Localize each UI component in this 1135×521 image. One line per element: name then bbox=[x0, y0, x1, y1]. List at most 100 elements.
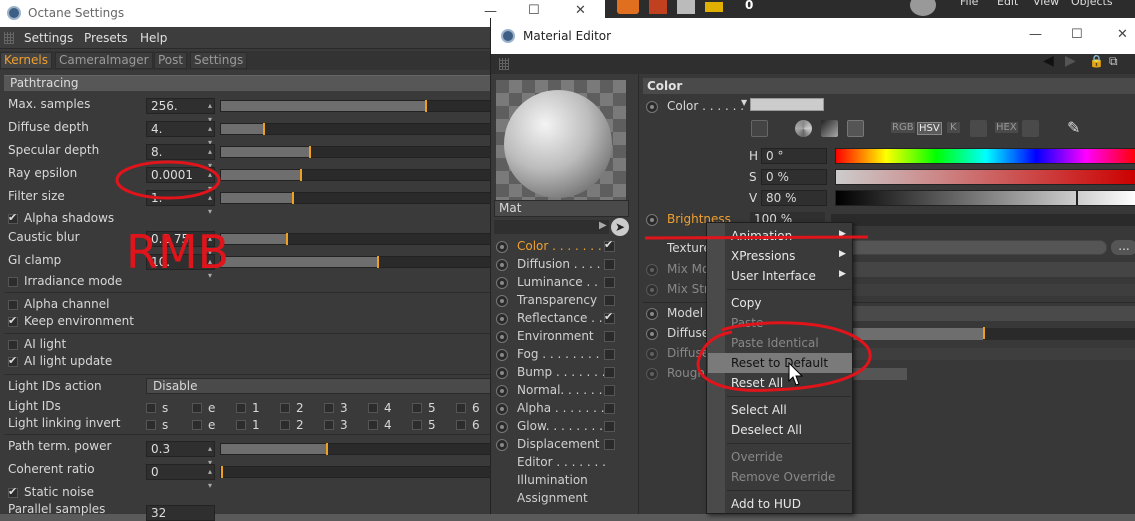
channel-checkbox[interactable] bbox=[604, 277, 615, 288]
material-name-field[interactable]: Mat bbox=[494, 200, 629, 217]
light-linking-checkbox[interactable] bbox=[412, 420, 422, 430]
expand-arrow-icon[interactable]: ▶ bbox=[599, 220, 607, 231]
close-icon[interactable]: ✕ bbox=[575, 3, 586, 18]
image-icon[interactable] bbox=[847, 120, 864, 137]
stepper-icon[interactable]: ▴ ▾ bbox=[208, 465, 212, 493]
light-id-checkbox[interactable] bbox=[236, 403, 246, 413]
channel-anim-radio[interactable] bbox=[496, 349, 508, 361]
forward-arrow-icon[interactable]: ▶ bbox=[1065, 53, 1076, 69]
channel-item[interactable]: Glow. . . . . . . . bbox=[496, 419, 622, 436]
ray-epsilon-slider[interactable] bbox=[220, 169, 505, 181]
channel-checkbox[interactable] bbox=[604, 331, 615, 342]
light-linking-checkbox[interactable] bbox=[280, 420, 290, 430]
channel-checkbox[interactable] bbox=[604, 238, 615, 252]
grip-icon[interactable] bbox=[499, 58, 509, 70]
grip-icon[interactable] bbox=[4, 32, 14, 44]
settings-icon[interactable]: ⧉ bbox=[1109, 54, 1118, 69]
menu-objects[interactable]: Objects bbox=[1071, 0, 1113, 8]
brightness-slider[interactable] bbox=[831, 214, 1135, 226]
diffuse-depth-field[interactable]: 4. ▴ ▾ bbox=[146, 121, 215, 147]
channel-item[interactable]: Transparency bbox=[496, 293, 622, 310]
light-linking-checkbox[interactable] bbox=[456, 420, 466, 430]
channel-checkbox[interactable] bbox=[604, 295, 615, 306]
channel-anim-radio[interactable] bbox=[496, 403, 508, 415]
tab-kernels[interactable]: Kernels bbox=[0, 52, 52, 69]
close-icon[interactable]: ✕ bbox=[1117, 27, 1128, 42]
minimize-icon[interactable]: — bbox=[1029, 27, 1042, 42]
channel-anim-radio[interactable] bbox=[496, 259, 508, 271]
tab-post[interactable]: Post bbox=[154, 52, 188, 69]
section-pathtracing[interactable]: Pathtracing bbox=[4, 75, 500, 91]
tool-icon[interactable] bbox=[705, 2, 723, 12]
channel-anim-radio[interactable] bbox=[496, 439, 508, 451]
value-slider-handle[interactable] bbox=[1076, 190, 1078, 206]
channel-anim-radio[interactable] bbox=[496, 313, 508, 325]
sliders-icon[interactable] bbox=[970, 120, 987, 137]
channel-item[interactable]: Bump . . . . . . . . bbox=[496, 365, 622, 382]
channel-anim-radio[interactable] bbox=[496, 385, 508, 397]
channel-anim-radio[interactable] bbox=[496, 295, 508, 307]
globe-icon[interactable] bbox=[910, 0, 936, 16]
channel-checkbox[interactable] bbox=[604, 349, 615, 360]
channel-checkbox[interactable] bbox=[604, 421, 615, 432]
channel-item[interactable]: Reflectance . . bbox=[496, 310, 622, 328]
menu-file[interactable]: File bbox=[960, 0, 978, 8]
static-noise-checkbox[interactable] bbox=[8, 485, 18, 498]
channel-item[interactable]: Fog . . . . . . . . . bbox=[496, 347, 622, 364]
tool-icon[interactable] bbox=[649, 0, 667, 14]
light-id-checkbox[interactable] bbox=[280, 403, 290, 413]
channel-item[interactable]: Displacement bbox=[496, 437, 622, 454]
menu-item-deselect-all[interactable]: Deselect All bbox=[731, 423, 802, 437]
tool-icon[interactable] bbox=[677, 0, 695, 14]
diffuse-depth-slider[interactable] bbox=[220, 123, 505, 135]
channel-item[interactable]: Alpha . . . . . . . bbox=[496, 401, 622, 418]
channel-item[interactable]: Assignment bbox=[496, 491, 622, 508]
menu-item-remove-override[interactable]: Remove Override bbox=[731, 470, 835, 484]
saturation-slider[interactable] bbox=[835, 169, 1135, 185]
light-id-checkbox[interactable] bbox=[456, 403, 466, 413]
kelvin-mode-button[interactable]: K bbox=[947, 122, 960, 133]
light-linking-checkbox[interactable] bbox=[324, 420, 334, 430]
channel-checkbox[interactable] bbox=[604, 367, 615, 378]
light-linking-checkbox[interactable] bbox=[236, 420, 246, 430]
tab-settings[interactable]: Settings bbox=[190, 52, 248, 69]
cinema4d-app-icon[interactable] bbox=[617, 0, 639, 14]
channel-item[interactable]: Editor . . . . . . . bbox=[496, 455, 622, 472]
hsv-mode-button[interactable]: HSV bbox=[917, 122, 942, 135]
menu-view[interactable]: View bbox=[1033, 0, 1059, 8]
light-id-checkbox[interactable] bbox=[192, 403, 202, 413]
alpha-shadows-checkbox[interactable] bbox=[8, 211, 18, 224]
channel-checkbox[interactable] bbox=[604, 385, 615, 396]
max-samples-slider[interactable] bbox=[220, 100, 505, 112]
max-samples-field[interactable]: 256. ▴ ▾ bbox=[146, 98, 215, 124]
alpha-channel-checkbox[interactable] bbox=[8, 300, 18, 310]
menu-settings[interactable]: Settings bbox=[24, 31, 73, 45]
irradiance-mode-checkbox[interactable] bbox=[8, 277, 18, 287]
menu-help[interactable]: Help bbox=[140, 31, 167, 45]
channel-anim-radio[interactable] bbox=[496, 331, 508, 343]
channel-checkbox[interactable] bbox=[604, 403, 615, 414]
channel-item[interactable]: Color . . . . . . . bbox=[496, 238, 622, 256]
parallel-samples-field[interactable]: 32 bbox=[146, 505, 215, 521]
s-field[interactable]: 0 % bbox=[761, 169, 827, 185]
material-layer-field[interactable] bbox=[494, 220, 609, 234]
maximize-icon[interactable]: ☐ bbox=[528, 3, 540, 18]
tab-cameraimager[interactable]: CameraImager bbox=[55, 52, 153, 69]
path-term-power-field[interactable]: 0.3 ▴ ▾ bbox=[146, 441, 215, 467]
light-id-checkbox[interactable] bbox=[368, 403, 378, 413]
color-anim-radio[interactable] bbox=[646, 101, 658, 113]
light-ids-action-dropdown[interactable]: Disable bbox=[146, 378, 506, 394]
light-linking-checkbox[interactable] bbox=[146, 420, 156, 430]
minimize-icon[interactable]: — bbox=[484, 4, 497, 19]
specular-depth-slider[interactable] bbox=[220, 146, 505, 158]
light-linking-checkbox[interactable] bbox=[368, 420, 378, 430]
pointer-tool-icon[interactable]: ➤ bbox=[611, 218, 629, 236]
menu-item-add-to-hud[interactable]: Add to HUD bbox=[731, 497, 801, 511]
gi-clamp-slider[interactable] bbox=[220, 256, 505, 268]
channel-checkbox[interactable] bbox=[604, 259, 615, 270]
ai-light-update-checkbox[interactable] bbox=[8, 354, 18, 367]
material-preview[interactable] bbox=[496, 80, 626, 210]
texture-browse-button[interactable]: ... bbox=[1111, 240, 1135, 255]
v-field[interactable]: 80 % bbox=[761, 190, 827, 206]
channel-item[interactable]: Diffusion . . . . bbox=[496, 257, 622, 274]
